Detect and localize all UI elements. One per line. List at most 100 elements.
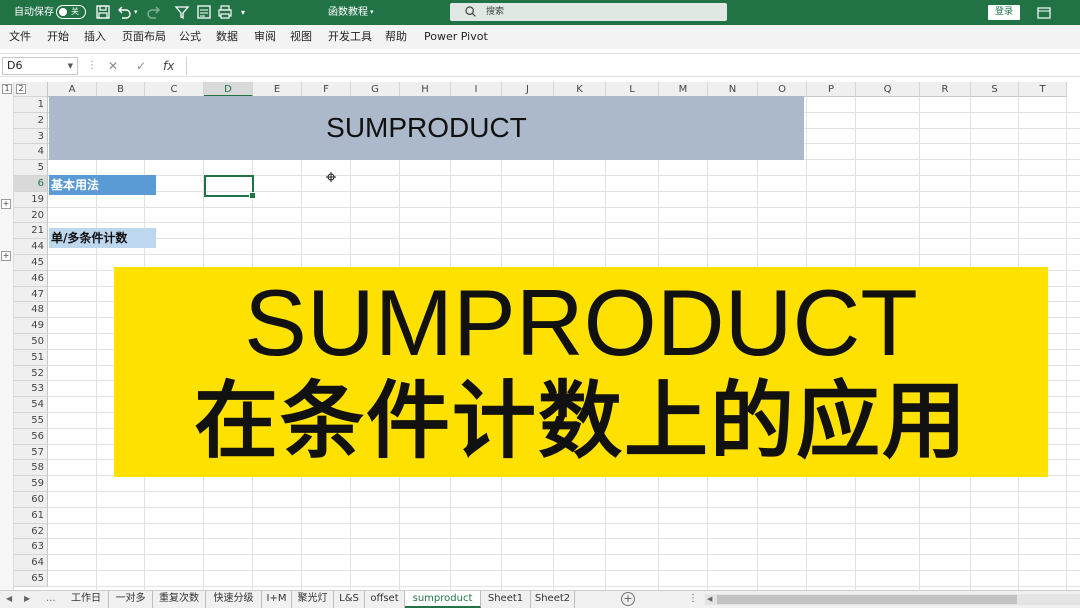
sheet-tab--[interactable]: 一对多 [109, 591, 153, 608]
formula-input[interactable] [186, 57, 1076, 75]
column-header-f[interactable]: F [302, 82, 351, 97]
column-header-l[interactable]: L [606, 82, 659, 97]
menu-page-layout[interactable]: 页面布局 [122, 25, 166, 49]
row-header-19[interactable]: 19 [14, 191, 48, 208]
menu-home[interactable]: 开始 [47, 25, 69, 49]
column-header-m[interactable]: M [659, 82, 708, 97]
name-box-dropdown-icon[interactable]: ▼ [68, 58, 73, 74]
spreadsheet-grid[interactable]: ABCDEFGHIJKLMNOPQRST 1 2 3 4 5 6 19 20 21 44 45 46 4… [0, 82, 1080, 590]
sheet-tab--[interactable]: 工作日 [64, 591, 109, 608]
row-header-58[interactable]: 58 [14, 460, 48, 477]
section-basic-usage[interactable]: 基本用法 [49, 175, 156, 195]
sheet-tab-offset[interactable]: offset [365, 591, 405, 608]
row-header-5[interactable]: 5 [14, 160, 48, 176]
more-options-icon[interactable]: ⋮ [87, 58, 97, 74]
print-icon[interactable] [217, 4, 233, 20]
row-header-44[interactable]: 44 [14, 239, 48, 255]
row-header-4[interactable]: 4 [14, 144, 48, 161]
insert-function-icon[interactable]: fx [163, 58, 174, 74]
row-header-52[interactable]: 52 [14, 365, 48, 382]
expand-group-icon[interactable]: + [1, 251, 11, 261]
menu-view[interactable]: 视图 [290, 25, 312, 49]
column-header-s[interactable]: S [971, 82, 1019, 97]
column-header-d[interactable]: D [204, 82, 253, 97]
menu-review[interactable]: 审阅 [254, 25, 276, 49]
sheet-tab--[interactable]: 快速分级 [206, 591, 262, 608]
column-header-g[interactable]: G [351, 82, 400, 97]
row-header-63[interactable]: 63 [14, 539, 48, 556]
more-sheets-icon[interactable]: ... [46, 591, 56, 607]
row-header-57[interactable]: 57 [14, 444, 48, 461]
column-header-k[interactable]: K [554, 82, 606, 97]
active-cell-selection[interactable] [204, 175, 256, 199]
cancel-icon[interactable]: ✕ [108, 58, 118, 74]
autosave-toggle[interactable]: 关 [56, 5, 86, 19]
menu-developer[interactable]: 开发工具 [328, 25, 372, 49]
next-sheet-icon[interactable]: ▶ [24, 591, 30, 607]
row-header-20[interactable]: 20 [14, 207, 48, 224]
row-header-21[interactable]: 21 [14, 223, 48, 240]
row-header-6[interactable]: 6 [14, 176, 48, 192]
login-button[interactable]: 登录 [988, 5, 1020, 20]
outline-level-1-button[interactable]: 1 [2, 84, 12, 94]
column-header-j[interactable]: J [502, 82, 554, 97]
row-header-47[interactable]: 47 [14, 286, 48, 303]
sheet-tab--[interactable]: 聚光灯 [292, 591, 334, 608]
menu-help[interactable]: 帮助 [385, 25, 407, 49]
row-header-3[interactable]: 3 [14, 128, 48, 145]
column-header-i[interactable]: I [451, 82, 502, 97]
row-header-60[interactable]: 60 [14, 492, 48, 508]
customize-toolbar-icon[interactable]: ▾ [241, 0, 245, 25]
sheet-tab-sheet2[interactable]: Sheet2 [531, 591, 575, 608]
undo-icon[interactable] [116, 4, 132, 20]
column-header-c[interactable]: C [145, 82, 204, 97]
sheet-tab--[interactable]: 重复次数 [153, 591, 206, 608]
row-header-45[interactable]: 45 [14, 255, 48, 271]
column-header-a[interactable]: A [48, 82, 97, 97]
row-header-50[interactable]: 50 [14, 334, 48, 350]
menu-formulas[interactable]: 公式 [179, 25, 201, 49]
file-name-dropdown-icon[interactable]: ▾ [370, 0, 374, 25]
outline-level-2-button[interactable]: 2 [16, 84, 26, 94]
sheet-tab-i-m[interactable]: I+M [262, 591, 292, 608]
row-header-51[interactable]: 51 [14, 349, 48, 366]
ribbon-display-icon[interactable] [1036, 5, 1052, 21]
column-header-p[interactable]: P [807, 82, 856, 97]
row-header-1[interactable]: 1 [14, 97, 48, 113]
menu-data[interactable]: 数据 [216, 25, 238, 49]
column-header-e[interactable]: E [253, 82, 302, 97]
row-header-59[interactable]: 59 [14, 476, 48, 492]
scrollbar-thumb[interactable] [717, 595, 1017, 604]
filter-icon[interactable] [174, 4, 190, 20]
row-header-62[interactable]: 62 [14, 523, 48, 540]
row-header-49[interactable]: 49 [14, 318, 48, 334]
column-header-q[interactable]: Q [856, 82, 920, 97]
column-header-t[interactable]: T [1019, 82, 1067, 97]
save-icon[interactable] [95, 4, 111, 20]
menu-insert[interactable]: 插入 [84, 25, 106, 49]
sheet-tab-sheet1[interactable]: Sheet1 [481, 591, 531, 608]
redo-icon[interactable] [146, 4, 162, 20]
section-condition-count[interactable]: 单/多条件计数 [49, 228, 156, 248]
row-header-46[interactable]: 46 [14, 270, 48, 287]
column-header-o[interactable]: O [758, 82, 807, 97]
sheet-tab-l-s[interactable]: L&S [334, 591, 365, 608]
row-header-2[interactable]: 2 [14, 112, 48, 129]
menu-file[interactable]: 文件 [9, 25, 31, 49]
search-box[interactable]: 搜索 [450, 3, 727, 21]
column-header-h[interactable]: H [400, 82, 451, 97]
undo-dropdown-icon[interactable]: ▾ [134, 0, 138, 25]
row-header-54[interactable]: 54 [14, 397, 48, 413]
add-sheet-icon[interactable]: + [621, 592, 635, 606]
row-header-64[interactable]: 64 [14, 555, 48, 571]
horizontal-scrollbar[interactable]: ◀ [705, 594, 1080, 605]
menu-power-pivot[interactable]: Power Pivot [424, 25, 488, 49]
sheet-tab-sumproduct[interactable]: sumproduct [405, 591, 481, 608]
tab-splitter-icon[interactable]: ⋮ [688, 591, 698, 607]
row-header-55[interactable]: 55 [14, 413, 48, 429]
column-header-n[interactable]: N [708, 82, 758, 97]
row-header-56[interactable]: 56 [14, 428, 48, 445]
scroll-left-icon[interactable]: ◀ [707, 591, 712, 607]
prev-sheet-icon[interactable]: ◀ [6, 591, 12, 607]
row-header-65[interactable]: 65 [14, 571, 48, 587]
